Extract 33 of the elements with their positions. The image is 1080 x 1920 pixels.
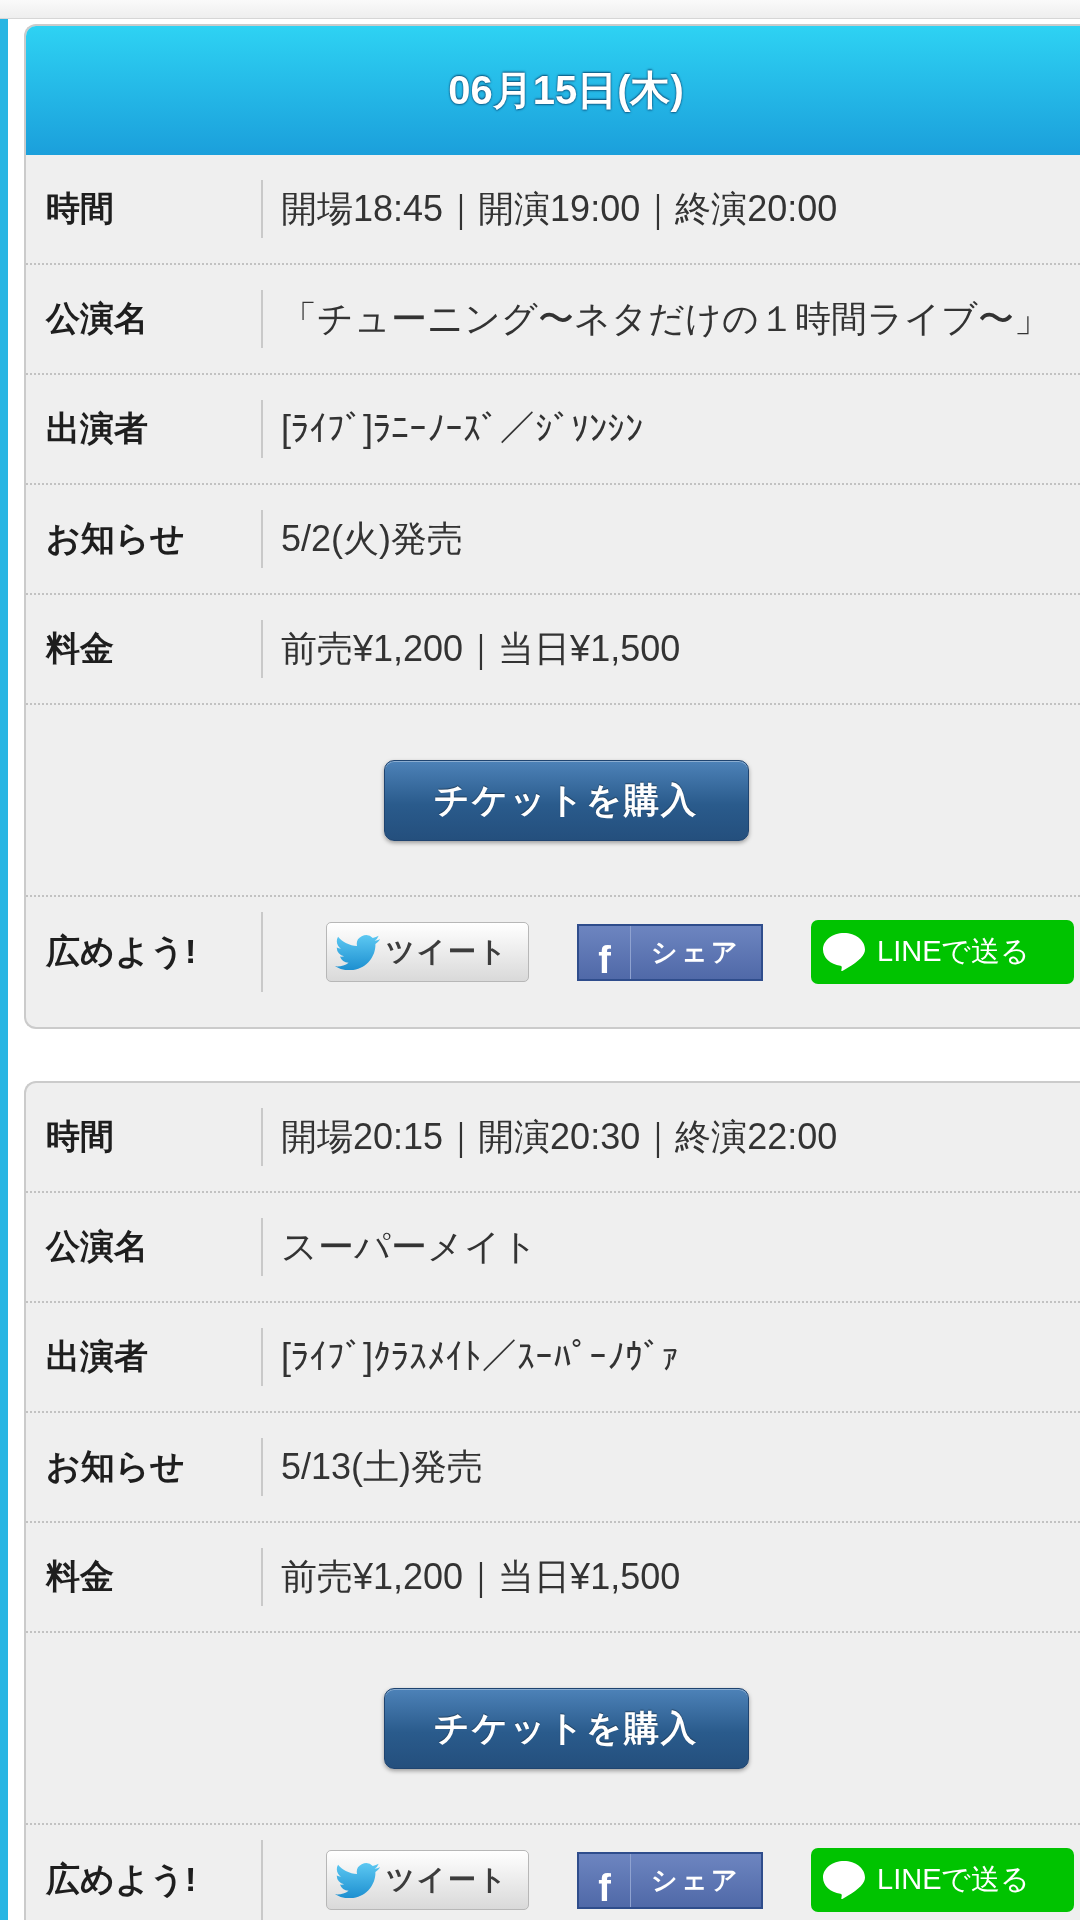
- row-value: 開場20:15｜開演20:30｜終演22:00: [280, 1114, 838, 1160]
- row-value: 前売¥1,200｜当日¥1,500: [280, 1554, 681, 1600]
- speech-bubble-icon: [823, 933, 865, 971]
- bird-icon: [335, 934, 380, 970]
- date-header: 06月15日(木): [26, 26, 1080, 155]
- speech-bubble-icon: [823, 1861, 865, 1899]
- buy-ticket-button[interactable]: チケットを購入: [383, 1687, 749, 1769]
- row-value: [ﾗｲﾌﾞ]ｸﾗｽﾒｲﾄ／ｽｰﾊﾟｰﾉｳﾞｧ: [280, 1336, 679, 1378]
- row-value: 5/2(火)発売: [280, 516, 464, 561]
- row-value: [ﾗｲﾌﾞ]ﾗﾆｰﾉｰｽﾞ／ｼﾞｿﾝｼﾝ: [280, 408, 643, 450]
- row-value: 開場18:45｜開演19:00｜終演20:00: [280, 186, 838, 232]
- row-value: 「チューニング〜ネタだけの１時間ライブ〜」: [280, 296, 1050, 341]
- share-button[interactable]: f シェア: [577, 923, 763, 981]
- share-button[interactable]: f シェア: [577, 1851, 763, 1909]
- row-label: 公演名: [44, 1226, 149, 1267]
- row-value: スーパーメイト: [280, 1224, 538, 1269]
- row-label: お知らせ: [45, 1446, 186, 1487]
- row-label: 時間: [45, 188, 115, 229]
- row-label: お知らせ: [45, 518, 186, 559]
- tweet-button[interactable]: ツイート: [326, 922, 529, 982]
- tweet-button[interactable]: ツイート: [326, 1850, 529, 1910]
- row-label: 時間: [45, 1116, 115, 1157]
- row-value: 5/13(土)発売: [280, 1444, 484, 1489]
- row-value: 前売¥1,200｜当日¥1,500: [280, 626, 681, 672]
- share-label: 広めよう!: [45, 1859, 198, 1900]
- bird-icon: [335, 1862, 380, 1898]
- row-label: 料金: [44, 1556, 115, 1597]
- buy-ticket-button[interactable]: チケットを購入: [383, 759, 749, 841]
- row-label: 出演者: [45, 1336, 149, 1377]
- row-label: 公演名: [44, 298, 149, 339]
- row-label: 料金: [44, 628, 115, 669]
- row-label: 出演者: [45, 408, 149, 449]
- share-label: 広めよう!: [45, 931, 198, 972]
